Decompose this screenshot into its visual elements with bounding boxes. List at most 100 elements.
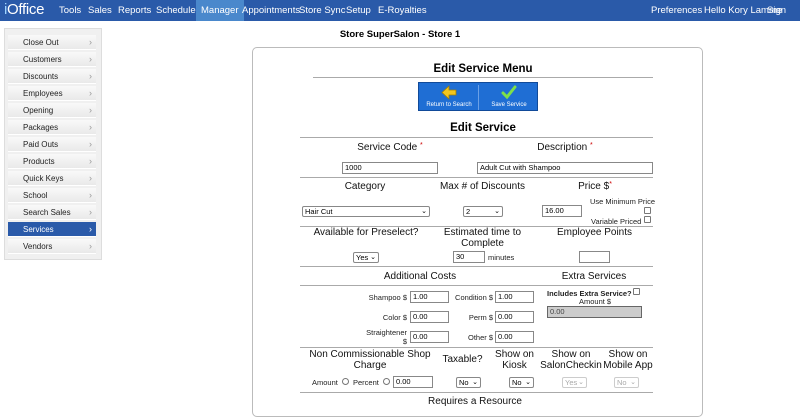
chevron-down-icon: ⌄ [494,208,500,215]
price-input[interactable]: 16.00 [542,205,582,217]
additional-costs-label: Additional Costs [383,271,457,282]
chevron-down-icon: ⌄ [370,254,376,261]
app-logo[interactable]: iOffice [4,1,44,20]
nav-item-sales[interactable]: Sales [83,0,117,21]
return-label: Return to Search [426,102,472,108]
divider [300,137,653,138]
show-on-mobile-label: Show on Mobile App [603,349,653,371]
requires-resource-label: Requires a Resource [428,396,522,407]
chevron-right-icon: › [89,88,92,98]
taxable-select[interactable]: No ⌄ [456,377,481,388]
sidebar-item-quick-keys[interactable]: Quick Keys › [8,171,96,186]
max-discounts-label: Max # of Discounts [439,181,526,192]
chevron-right-icon: › [89,190,92,200]
percent-radio[interactable] [383,378,390,385]
sidebar-item-customers[interactable]: Customers › [8,52,96,67]
divider [300,392,653,393]
est-time-input[interactable]: 30 [453,251,485,263]
perm-input[interactable]: 0.00 [495,311,534,323]
sidebar-item-label: Packages [23,123,59,132]
nav-item-reports[interactable]: Reports [113,0,156,21]
chevron-down-icon: ⌄ [630,379,636,386]
sidebar-item-label: School [23,191,48,200]
sidebar-item-employees[interactable]: Employees › [8,86,96,101]
sidebar-item-label: Paid Outs [23,140,59,149]
max-discounts-select[interactable]: 2 ⌄ [463,206,503,217]
kiosk-select[interactable]: No ⌄ [509,377,534,388]
sidebar-item-close-out[interactable]: Close Out › [8,35,96,50]
nav-item-e-royalties[interactable]: E-Royalties [373,0,432,21]
sidebar-item-school[interactable]: School › [8,188,96,203]
chevron-right-icon: › [89,71,92,81]
salon-checkin-select[interactable]: Yes ⌄ [562,377,587,388]
sidebar-item-label: Vendors [23,242,53,251]
other-label: Other $ [467,333,493,342]
chevron-right-icon: › [89,122,92,132]
chevron-right-icon: › [89,54,92,64]
description-label: Description * [537,142,593,153]
sidebar-item-discounts[interactable]: Discounts › [8,69,96,84]
includes-extra-checkbox[interactable] [633,288,640,295]
description-input[interactable]: Adult Cut with Shampoo [477,162,653,174]
sidebar-item-label: Opening [23,106,54,115]
sidebar-item-services[interactable]: Services › [8,222,96,237]
category-select[interactable]: Hair Cut ⌄ [302,206,430,217]
save-service-button[interactable]: Save Service [479,83,539,112]
sidebar-item-opening[interactable]: Opening › [8,103,96,118]
other-input[interactable]: 0.00 [495,331,534,343]
menu-toolbar: Return to Search Save Service [418,82,538,111]
divider [300,177,653,178]
extra-amount-label: Amount $ [579,297,612,306]
sidebar-item-packages[interactable]: Packages › [8,120,96,135]
amount-radio[interactable] [342,378,349,385]
chevron-right-icon: › [89,156,92,166]
menu-title: Edit Service Menu [433,63,533,75]
taxable-label: Taxable? [442,354,483,365]
preferences-link[interactable]: Preferences [651,0,702,21]
noncomm-value-input[interactable]: 0.00 [393,376,433,388]
nav-item-tools[interactable]: Tools [54,0,86,21]
back-arrow-icon [441,85,457,100]
divider [300,347,653,348]
extra-amount-input[interactable]: 0.00 [547,306,642,318]
est-time-label: Estimated time to Complete [443,227,522,249]
save-label: Save Service [491,102,527,108]
shampoo-label: Shampoo $ [368,293,407,302]
form-title: Edit Service [450,122,516,134]
show-on-kiosk-label: Show on Kiosk [495,349,534,371]
condition-input[interactable]: 1.00 [495,291,534,303]
chevron-down-icon: ⌄ [578,379,584,386]
percent-radio-label: Percent [353,378,379,387]
divider [313,77,653,78]
show-on-salon-label: Show on SalonCheckin [540,349,602,371]
use-min-price-label: Use Minimum Price [590,197,656,206]
sign-out-link[interactable]: Sign out [767,0,800,37]
variable-priced-label: Variable Priced [591,217,642,226]
preselect-select[interactable]: Yes ⌄ [353,252,379,263]
divider [300,266,653,267]
sidebar-item-vendors[interactable]: Vendors › [8,239,96,254]
mobile-app-select[interactable]: No ⌄ [614,377,639,388]
sidebar-item-products[interactable]: Products › [8,154,96,169]
variable-priced-checkbox[interactable] [644,216,651,223]
chevron-right-icon: › [89,207,92,217]
return-to-search-button[interactable]: Return to Search [419,83,479,112]
sidebar-item-paid-outs[interactable]: Paid Outs › [8,137,96,152]
chevron-right-icon: › [89,139,92,149]
noncomm-charge-label: Non Commissionable Shop Charge [309,349,431,371]
condition-label: Condition $ [455,293,493,302]
employee-points-input[interactable] [579,251,610,263]
sidebar-item-label: Employees [23,89,63,98]
category-label: Category [344,181,386,192]
checkmark-icon [501,85,517,100]
use-min-price-checkbox[interactable] [644,207,651,214]
price-label: Price $* [578,181,612,192]
preselect-label: Available for Preselect? [313,227,419,238]
sidebar-item-label: Discounts [23,72,59,81]
service-code-input[interactable]: 1000 [342,162,438,174]
perm-label: Perm $ [468,313,493,322]
sidebar-item-label: Close Out [23,38,59,47]
sidebar-item-search-sales[interactable]: Search Sales › [8,205,96,220]
sidebar-item-label: Services [23,225,54,234]
nav-item-setup[interactable]: Setup [341,0,376,21]
